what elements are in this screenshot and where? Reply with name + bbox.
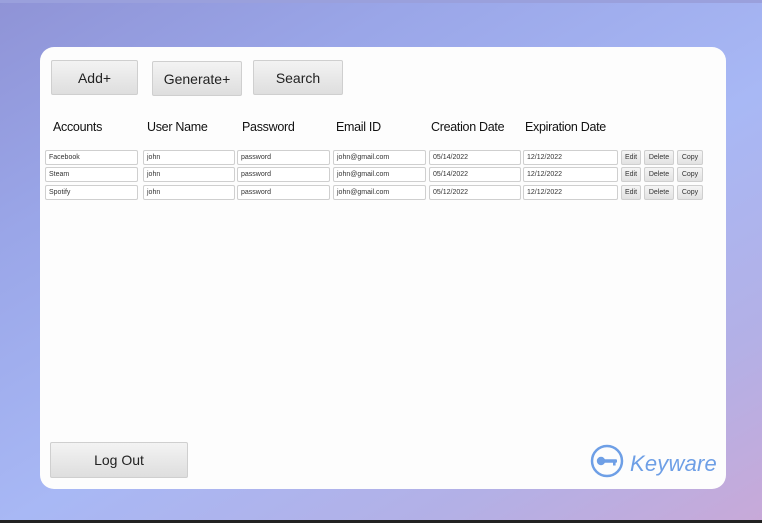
- username-cell[interactable]: john: [143, 185, 235, 200]
- copy-button[interactable]: Copy: [677, 150, 703, 165]
- creation-date-cell[interactable]: 05/14/2022: [429, 150, 521, 165]
- copy-button[interactable]: Copy: [677, 185, 703, 200]
- email-cell[interactable]: john@gmail.com: [333, 185, 426, 200]
- delete-button[interactable]: Delete: [644, 185, 674, 200]
- brand-logo: Keyware: [590, 444, 717, 483]
- account-cell[interactable]: Facebook: [45, 150, 138, 165]
- username-cell[interactable]: john: [143, 150, 235, 165]
- creation-date-cell[interactable]: 05/12/2022: [429, 185, 521, 200]
- password-cell[interactable]: password: [237, 150, 330, 165]
- password-cell[interactable]: password: [237, 185, 330, 200]
- edit-button[interactable]: Edit: [621, 185, 641, 200]
- expiration-date-cell[interactable]: 12/12/2022: [523, 185, 618, 200]
- username-cell[interactable]: john: [143, 167, 235, 182]
- copy-button[interactable]: Copy: [677, 167, 703, 182]
- creation-date-cell[interactable]: 05/14/2022: [429, 167, 521, 182]
- top-border: [0, 0, 762, 3]
- add-button[interactable]: Add+: [51, 60, 138, 95]
- header-creation-date: Creation Date: [431, 120, 505, 134]
- delete-button[interactable]: Delete: [644, 167, 674, 182]
- edit-button[interactable]: Edit: [621, 150, 641, 165]
- email-cell[interactable]: john@gmail.com: [333, 150, 426, 165]
- email-cell[interactable]: john@gmail.com: [333, 167, 426, 182]
- key-icon: [590, 444, 624, 483]
- header-email: Email ID: [336, 120, 381, 134]
- account-cell[interactable]: Steam: [45, 167, 138, 182]
- password-cell[interactable]: password: [237, 167, 330, 182]
- brand-name: Keyware: [630, 450, 717, 476]
- edit-button[interactable]: Edit: [621, 167, 641, 182]
- delete-button[interactable]: Delete: [644, 150, 674, 165]
- account-cell[interactable]: Spotify: [45, 185, 138, 200]
- generate-button[interactable]: Generate+: [152, 61, 242, 96]
- expiration-date-cell[interactable]: 12/12/2022: [523, 150, 618, 165]
- logout-button[interactable]: Log Out: [50, 442, 188, 478]
- search-button[interactable]: Search: [253, 60, 343, 95]
- main-panel: Add+ Generate+ Search Accounts User Name…: [40, 47, 726, 489]
- header-expiration-date: Expiration Date: [525, 120, 606, 134]
- header-password: Password: [242, 120, 295, 134]
- header-username: User Name: [147, 120, 208, 134]
- expiration-date-cell[interactable]: 12/12/2022: [523, 167, 618, 182]
- header-accounts: Accounts: [53, 120, 103, 134]
